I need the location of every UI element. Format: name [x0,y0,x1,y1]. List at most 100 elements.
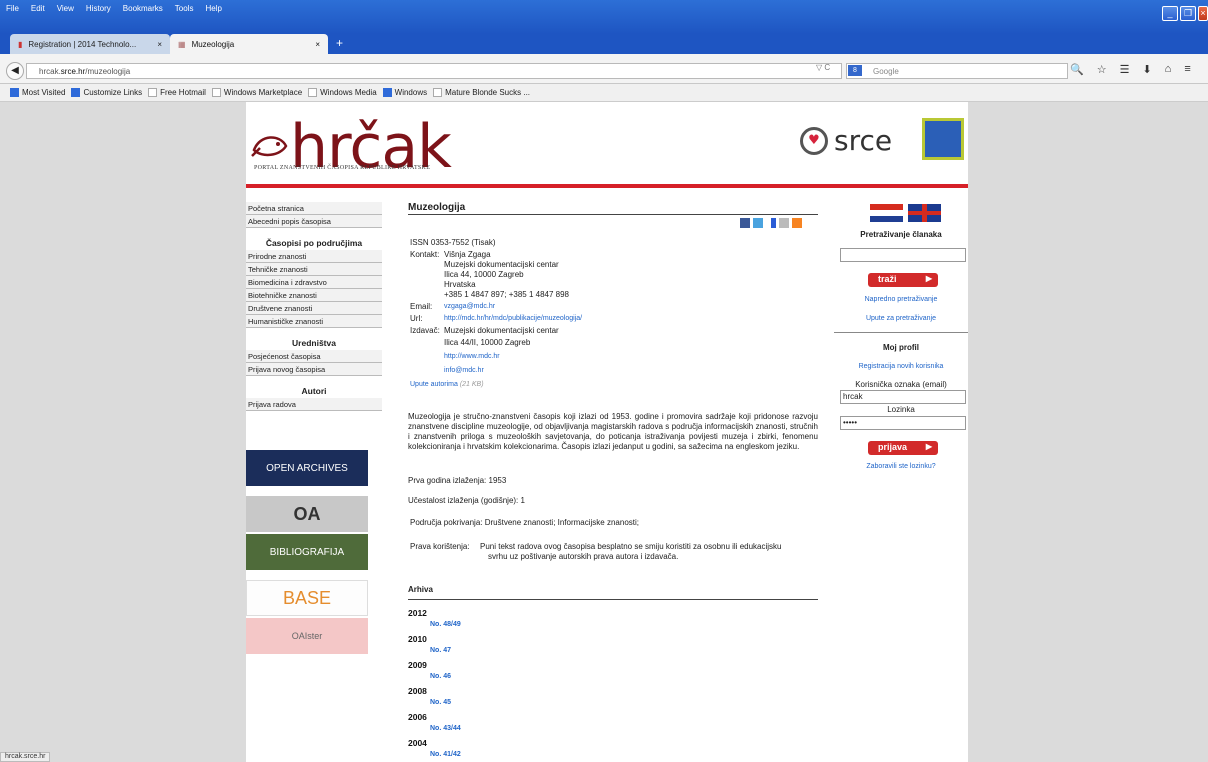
bookmark-label: Windows Marketplace [223,88,303,97]
favicon-icon: ▦ [178,39,186,49]
archive-issue-link[interactable]: No. 48/49 [430,621,461,628]
contact-org: Muzejski dokumentacijski centar [444,260,559,269]
archive-heading: Arhiva [408,585,818,600]
menu-icon[interactable]: ≡ [1184,63,1190,76]
nav-area-social[interactable]: Društvene znanosti [246,302,382,315]
search-input[interactable]: Google [846,63,1068,79]
nav-area-natural[interactable]: Prirodne znanosti [246,250,382,263]
nav-submit-paper[interactable]: Prijava radova [246,398,382,411]
oaister-badge[interactable]: OAIster [246,618,368,654]
tab-close-icon[interactable]: × [157,40,162,49]
search-button[interactable]: traži [868,273,938,287]
maximize-button[interactable]: ❐ [1180,6,1196,21]
bookmark-windows-marketplace[interactable]: Windows Marketplace [211,88,303,97]
url-prefix: hrcak. [39,67,61,76]
home-icon[interactable]: ⌂ [1165,63,1172,76]
bookmark-label: Most Visited [22,88,66,97]
author-guide-link[interactable]: Upute autorima [410,381,458,388]
srce-logo[interactable]: ♥ srce [800,124,892,157]
menu-bookmarks[interactable]: Bookmarks [123,4,163,13]
email-link[interactable]: vzgaga@mdc.hr [444,302,495,312]
nav-new-journal[interactable]: Prijava novog časopisa [246,363,382,376]
journal-url-link[interactable]: http://mdc.hr/hr/mdc/publikacije/muzeolo… [444,314,582,324]
open-archives-badge[interactable]: OPEN ARCHIVES [246,450,368,486]
archive-issue-link[interactable]: No. 47 [430,647,451,654]
search-heading: Pretraživanje članaka [860,230,942,239]
library-icon[interactable]: ☰ [1120,63,1130,76]
publisher-email-link[interactable]: info@mdc.hr [444,366,484,376]
nav-area-technical[interactable]: Tehničke znanosti [246,263,382,276]
archive-issue-link[interactable]: No. 43/44 [430,725,461,732]
advanced-search-link[interactable]: Napredno pretraživanje [834,296,968,303]
nav-area-biomedicine[interactable]: Biomedicina i zdravstvo [246,276,382,289]
logo-word: hrčak [290,112,452,182]
publisher-address: Ilica 44/II, 10000 Zagreb [444,338,531,347]
share-icon[interactable] [779,218,789,228]
search-help-link[interactable]: Upute za pretraživanje [834,315,968,322]
twitter-icon[interactable] [753,218,763,228]
menu-help[interactable]: Help [205,4,221,13]
journal-details: Muzeologija ISSN 0353-7552 (Tisak) Konta… [408,202,818,758]
nav-section-areas: Časopisi po područjima [265,238,363,248]
archive-issue-link[interactable]: No. 41/42 [430,751,461,758]
croatian-flag-icon[interactable] [870,204,903,222]
bookmark-icon [433,88,443,97]
menu-file[interactable]: File [6,4,19,13]
bookmark-label: Windows [394,88,428,97]
username-label: Korisnička oznaka (email) [855,380,947,389]
bookmark-label: Windows Media [320,88,377,97]
facebook-icon[interactable] [740,218,750,228]
password-field[interactable]: ••••• [840,416,966,430]
nav-area-humanities[interactable]: Humanističke znanosti [246,315,382,328]
minimize-button[interactable]: _ [1162,6,1178,21]
social-icons [740,218,802,228]
forgot-password-link[interactable]: Zaboravili ste lozinku? [834,463,968,470]
archive-issue-link[interactable]: No. 45 [430,699,451,706]
bookmark-other[interactable]: Mature Blonde Sucks ... [433,88,530,97]
nav-area-biotechnical[interactable]: Biotehničke znanosti [246,289,382,302]
download-icon[interactable]: ⬇ [1142,63,1151,76]
star-icon[interactable]: ☆ [1097,63,1107,76]
partner-logo-icon[interactable] [922,118,964,160]
archive-issue-link[interactable]: No. 46 [430,673,451,680]
tab-registration[interactable]: ▮ Registration | 2014 Technolo... × [10,34,170,54]
article-search-input[interactable] [840,248,966,262]
search-engine-icon[interactable]: 8 [848,65,862,76]
base-badge[interactable]: BASE [246,580,368,616]
publisher-web-link[interactable]: http://www.mdc.hr [444,352,500,362]
nav-home[interactable]: Početna stranica [246,202,382,215]
bookmark-customize-links[interactable]: Customize Links [71,88,142,97]
url-bar[interactable]: hrcak.srce.hr/muzeologija [26,63,842,79]
login-button[interactable]: prijava [868,441,938,455]
bookmark-windows[interactable]: Windows [382,88,428,97]
menu-history[interactable]: History [86,4,111,13]
hrcak-logo[interactable]: hrčak [250,112,510,194]
bookmark-most-visited[interactable]: Most Visited [10,88,65,97]
bibliografija-badge[interactable]: BIBLIOGRAFIJA [246,534,368,570]
register-link[interactable]: Registracija novih korisnika [834,363,968,370]
nav-alphabetical[interactable]: Abecedni popis časopisa [246,215,382,228]
nav-journal-visits[interactable]: Posjećenost časopisa [246,350,382,363]
rss-icon[interactable] [792,218,802,228]
badge-label: OPEN ARCHIVES [266,462,348,474]
url-controls[interactable]: ▽ C [816,63,830,72]
new-tab-button[interactable]: + [336,36,343,50]
delicious-icon[interactable] [766,218,776,228]
search-icon[interactable]: 🔍 [1070,63,1084,76]
bookmark-icon [382,88,392,97]
username-field[interactable]: hrcak [840,390,966,404]
url-label: Url: [410,314,423,323]
pdf-icon: ▮ [18,39,23,49]
oa-badge[interactable]: OA [246,496,368,532]
close-window-button[interactable]: × [1198,6,1208,21]
menu-edit[interactable]: Edit [31,4,45,13]
bookmark-free-hotmail[interactable]: Free Hotmail [148,88,206,97]
url-domain: srce.hr [60,67,86,76]
back-button[interactable]: ◀ [6,62,24,80]
menu-tools[interactable]: Tools [175,4,194,13]
bookmark-windows-media[interactable]: Windows Media [308,88,377,97]
uk-flag-icon[interactable] [908,204,941,222]
tab-close-icon[interactable]: × [315,40,320,49]
tab-muzeologija[interactable]: ▦ Muzeologija × [170,34,328,54]
menu-view[interactable]: View [57,4,74,13]
